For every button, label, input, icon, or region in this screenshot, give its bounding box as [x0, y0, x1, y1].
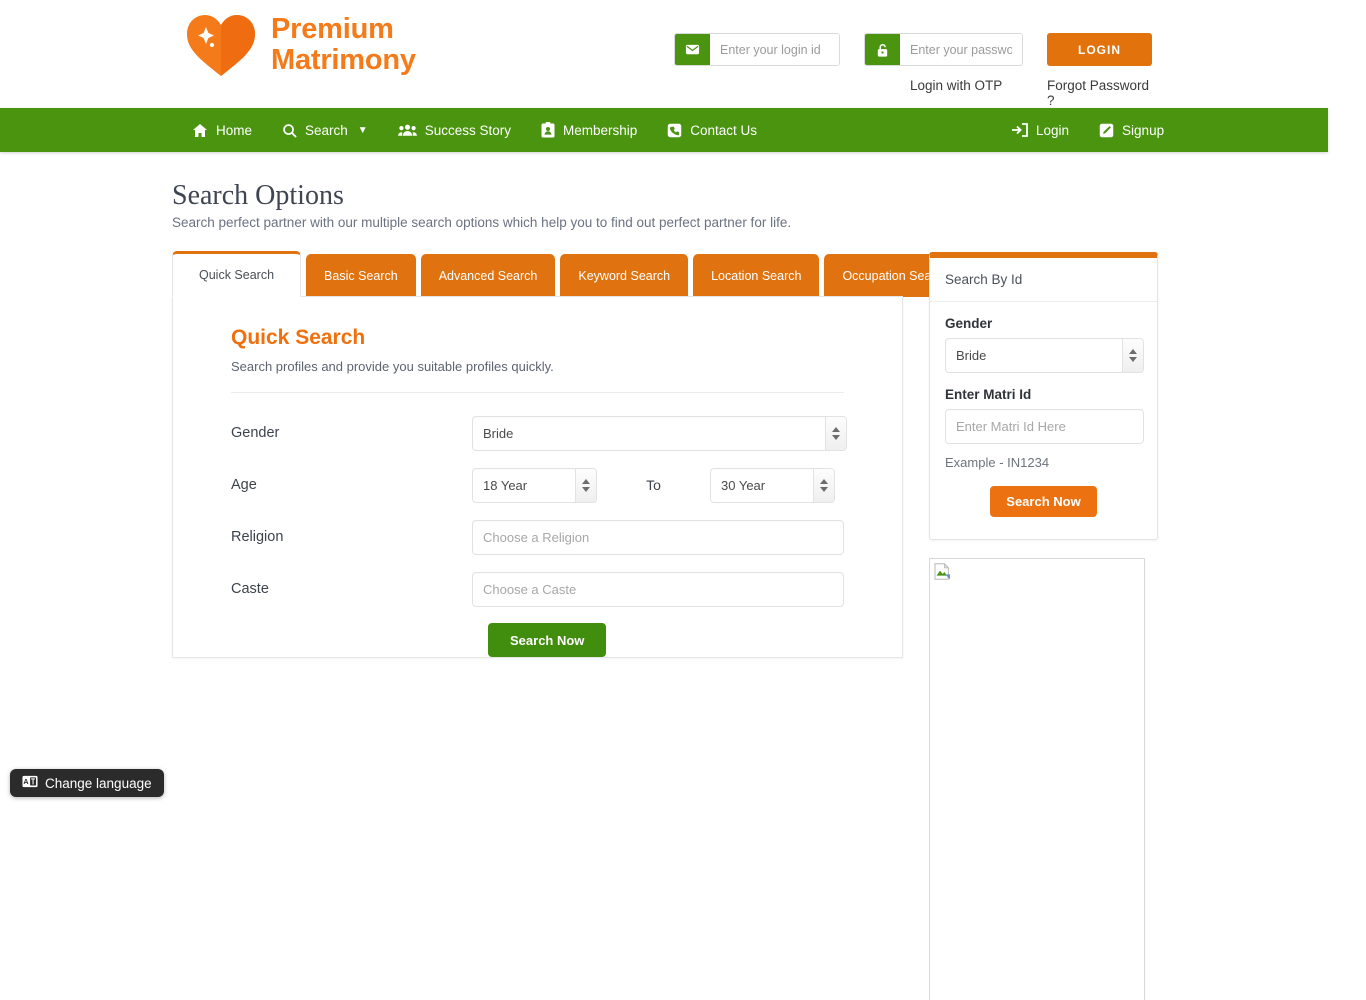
phone-icon — [667, 123, 682, 138]
age-from-select-wrap: 18 Year — [472, 467, 597, 503]
search-by-id-body: Gender Bride Enter Matri Id Example - IN… — [930, 302, 1157, 539]
broken-image-icon — [934, 562, 951, 584]
header-login-area: LOGIN — [674, 33, 1152, 66]
page-subtitle: Search perfect partner with our multiple… — [172, 215, 792, 230]
nav-item-search[interactable]: Search ▼ — [280, 108, 370, 152]
login-with-otp-link[interactable]: Login with OTP — [910, 78, 1002, 93]
right-sidebar: Search By Id Gender Bride Enter Matri Id… — [929, 252, 1158, 1000]
sidebar-ad-placeholder[interactable] — [929, 558, 1145, 1000]
change-language-pill[interactable]: A Change language — [10, 769, 164, 797]
nav-item-contact-us[interactable]: Contact Us — [665, 108, 759, 152]
nav-item-home[interactable]: Home — [190, 108, 254, 152]
password-group — [864, 33, 1023, 66]
logo-text-line1: Premium — [271, 12, 394, 45]
quick-search-description: Search profiles and provide you suitable… — [231, 359, 554, 374]
envelope-icon — [675, 34, 710, 65]
matri-id-label: Enter Matri Id — [945, 387, 1032, 402]
quick-search-submit-row: Search Now — [231, 623, 844, 657]
nav-item-search-label: Search — [305, 122, 348, 138]
chevron-down-icon: ▼ — [357, 124, 368, 136]
password-input[interactable] — [900, 34, 1022, 65]
login-id-input[interactable] — [710, 34, 839, 65]
lock-icon — [865, 34, 900, 65]
home-icon — [192, 123, 208, 138]
edit-icon — [1099, 123, 1114, 138]
sidebar-gender-label: Gender — [945, 316, 993, 331]
caste-label: Caste — [231, 581, 269, 597]
search-by-id-submit-button[interactable]: Search Now — [990, 486, 1097, 517]
forgot-password-link[interactable]: Forgot Password ? — [1047, 78, 1158, 108]
search-by-id-header: Search By Id — [930, 258, 1157, 302]
tab-location-search[interactable]: Location Search — [693, 254, 820, 297]
age-to-label: To — [646, 477, 661, 493]
main-navbar: Home Search ▼ Success Story Membership C… — [0, 108, 1328, 152]
logo-text: Premium Matrimony — [271, 12, 416, 76]
age-to-select-wrap: 30 Year — [710, 467, 835, 503]
svg-text:A: A — [23, 778, 28, 786]
age-from-select[interactable]: 18 Year — [472, 467, 597, 503]
users-icon — [397, 123, 417, 137]
caste-input[interactable] — [472, 571, 844, 607]
quick-search-panel: Quick Search Search profiles and provide… — [172, 296, 903, 658]
sidebar-gender-select[interactable]: Bride — [945, 338, 1144, 373]
heart-sparkle-icon — [187, 15, 255, 76]
tab-keyword-search[interactable]: Keyword Search — [560, 254, 689, 297]
nav-item-contact-us-label: Contact Us — [690, 122, 758, 138]
navbar-primary-links: Home Search ▼ Success Story Membership C… — [190, 108, 759, 152]
site-header: Premium Matrimony LOGIN Login with OTP F… — [0, 0, 1366, 108]
religion-label: Religion — [231, 529, 284, 545]
search-icon — [282, 123, 297, 138]
navbar-account-links: Login Signup — [997, 108, 1179, 152]
tab-basic-search[interactable]: Basic Search — [306, 254, 416, 297]
age-to-select[interactable]: 30 Year — [710, 467, 835, 503]
nav-item-login-label: Login — [1036, 122, 1070, 138]
matri-id-example-note: Example - IN1234 — [945, 455, 1050, 470]
login-button[interactable]: LOGIN — [1047, 33, 1152, 66]
quick-search-submit-button[interactable]: Search Now — [488, 623, 607, 657]
gender-select-wrap: Bride — [472, 415, 847, 451]
gender-row: Gender Bride — [231, 415, 847, 451]
religion-row: Religion — [231, 519, 844, 555]
nav-item-success-story[interactable]: Success Story — [396, 108, 513, 152]
search-by-id-widget: Search By Id Gender Bride Enter Matri Id… — [929, 252, 1158, 540]
nav-item-success-story-label: Success Story — [424, 122, 511, 138]
nav-item-signup-label: Signup — [1122, 122, 1165, 138]
change-language-label: Change language — [45, 775, 152, 791]
logo-text-line2: Matrimony — [271, 44, 416, 76]
section-divider — [231, 392, 844, 393]
sign-in-icon — [1012, 123, 1028, 137]
tab-advanced-search[interactable]: Advanced Search — [420, 254, 556, 297]
age-row: Age 18 Year To 30 Year — [231, 467, 844, 503]
sidebar-gender-select-wrap: Bride — [945, 338, 1144, 373]
nav-item-signup[interactable]: Signup — [1084, 108, 1179, 152]
gender-select[interactable]: Bride — [472, 415, 847, 451]
login-id-group — [674, 33, 840, 66]
nav-item-login[interactable]: Login — [997, 108, 1084, 152]
matri-id-input[interactable] — [945, 409, 1144, 444]
age-label: Age — [231, 477, 257, 493]
search-tabs: Quick Search Basic Search Advanced Searc… — [172, 251, 967, 297]
nav-item-home-label: Home — [216, 122, 253, 138]
quick-search-heading: Quick Search — [231, 326, 366, 349]
nav-item-membership-label: Membership — [562, 122, 638, 138]
site-logo[interactable]: Premium Matrimony — [185, 12, 416, 78]
tab-quick-search[interactable]: Quick Search — [172, 251, 302, 297]
gender-label: Gender — [231, 425, 280, 441]
religion-input[interactable] — [472, 519, 844, 555]
id-card-icon — [541, 122, 555, 138]
page-title: Search Options — [172, 180, 344, 211]
caste-row: Caste — [231, 571, 844, 607]
translate-icon: A — [22, 775, 38, 791]
nav-item-membership[interactable]: Membership — [539, 108, 639, 152]
